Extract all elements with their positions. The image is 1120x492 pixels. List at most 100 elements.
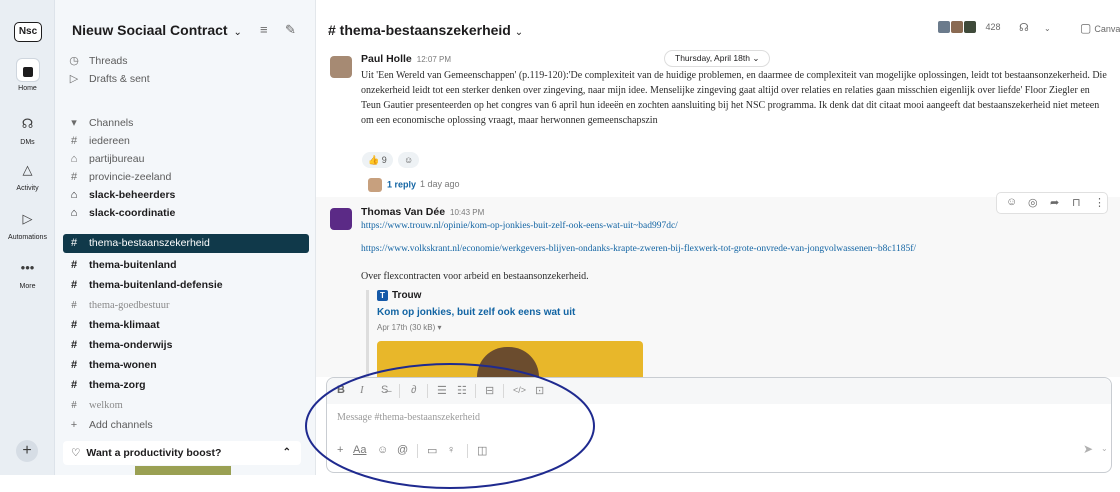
bell-icon: △ (22, 162, 33, 177)
channel-title-label: # thema-bestaanszekerheid (328, 22, 511, 38)
caret-down-icon: ▾ (437, 323, 442, 332)
sidebar-item-thema-buitenland[interactable]: # thema-buitenland (67, 256, 307, 274)
message-author[interactable]: Paul Holle 12:07 PM (361, 53, 451, 65)
compose-icon[interactable]: ✎ (285, 22, 296, 38)
workspace-name[interactable]: Nieuw Sociaal Contract ⌄ (72, 22, 242, 38)
message-link[interactable]: https://www.volkskrant.nl/economie/werkg… (361, 244, 916, 254)
sidebar-item-thema-wonen[interactable]: # thema-wonen (67, 356, 307, 374)
trouw-logo-icon: T (377, 290, 388, 301)
channel-label: thema-bestaanszekerheid (89, 237, 210, 249)
hash-icon: # (70, 237, 78, 249)
rail-automations[interactable]: ▷ Automations (0, 207, 55, 241)
bookmark-icon[interactable]: ⊓ (1072, 196, 1081, 209)
italic-icon[interactable]: I (360, 384, 364, 396)
channel-title[interactable]: # thema-bestaanszekerheid ⌄ (328, 22, 523, 38)
bottom-strip (0, 475, 1120, 492)
message-time[interactable]: 10:43 PM (450, 208, 484, 217)
lock-icon: ⌂ (70, 189, 78, 201)
add-channels-button[interactable]: + Add channels (67, 416, 307, 434)
workspace-name-label: Nieuw Sociaal Contract (72, 22, 228, 38)
preview-meta[interactable]: Apr 17th (30 kB) ▾ (377, 323, 442, 332)
reply-thread-icon[interactable]: ◎ (1028, 196, 1038, 209)
avatar[interactable] (330, 56, 352, 78)
code-icon[interactable]: </> (513, 385, 526, 395)
more-actions-icon[interactable]: ⋮ (1094, 196, 1105, 209)
date-divider-label: Thursday, April 18th (675, 53, 750, 63)
sidebar-item-provincie-zeeland[interactable]: # provincie-zeeland (67, 168, 307, 186)
message-text: Over flexcontracten voor arbeid en besta… (361, 271, 589, 282)
blockquote-icon[interactable]: ⊟ (485, 384, 494, 397)
mention-icon[interactable]: @ (397, 444, 408, 456)
member-list-button[interactable]: 428 (938, 18, 1000, 34)
sidebar-item-iedereen[interactable]: # iedereen (67, 132, 307, 150)
sidebar-item-slack-coordinatie[interactable]: ⌂ slack-coordinatie (67, 204, 307, 222)
sidebar-item-thema-bestaanszekerheid[interactable]: # thema-bestaanszekerheid (63, 234, 309, 253)
promo-label: Want a productivity boost? (86, 447, 222, 459)
date-divider[interactable]: Thursday, April 18th ⌄ (664, 50, 771, 67)
bullet-list-icon[interactable]: ☷ (457, 384, 467, 397)
hash-icon: # (71, 299, 77, 311)
rail-home[interactable]: Home (0, 58, 55, 92)
formatting-toggle[interactable]: Aa (353, 444, 366, 456)
toolbar-divider (427, 384, 428, 398)
preview-source-label: Trouw (392, 290, 422, 302)
hash-icon: # (70, 379, 78, 391)
add-channels-label: Add channels (89, 419, 153, 431)
sidebar-item-slack-beheerders[interactable]: ⌂ slack-beheerders (67, 186, 307, 204)
sidebar-item-welkom[interactable]: # welkom (67, 396, 307, 414)
rail-activity[interactable]: △ Activity (0, 158, 55, 192)
sidebar-item-threads[interactable]: ◷ Threads (67, 52, 307, 70)
sidebar-item-drafts[interactable]: ▷ Drafts & sent (67, 70, 307, 88)
rail-more[interactable]: ••• More (0, 256, 55, 290)
huddle-icon[interactable]: ☊ (1019, 21, 1029, 34)
hash-icon: # (70, 171, 78, 183)
video-icon[interactable]: ▭ (427, 444, 437, 457)
productivity-promo[interactable]: ♡ Want a productivity boost? ⌃ (63, 441, 301, 465)
rail-dms-label: DMs (20, 139, 35, 146)
add-workspace-button[interactable]: + (16, 440, 38, 462)
bold-icon[interactable]: B (337, 384, 345, 396)
emoji-icon[interactable]: ☺ (377, 444, 388, 456)
add-reaction-button[interactable]: ☺ (398, 152, 420, 168)
message-time[interactable]: 12:07 PM (417, 55, 451, 64)
sidebar-item-thema-zorg[interactable]: # thema-zorg (67, 376, 307, 394)
canvas-button[interactable]: ▢Canvas (1080, 21, 1120, 35)
sidebar-item-thema-klimaat[interactable]: # thema-klimaat (67, 316, 307, 334)
sidebar-item-partijbureau[interactable]: ⌂ partijbureau (67, 150, 307, 168)
shortcuts-icon[interactable]: ◫ (477, 444, 487, 457)
filter-icon[interactable]: ≡ (260, 22, 268, 37)
sidebar-item-thema-buitenland-defensie[interactable]: # thema-buitenland-defensie (67, 276, 307, 294)
rail-dms[interactable]: ☊ DMs (0, 112, 55, 146)
link-icon[interactable]: ∂ (411, 384, 416, 396)
message-author[interactable]: Thomas Van Dée 10:43 PM (361, 206, 484, 218)
ordered-list-icon[interactable]: ☰ (437, 384, 447, 397)
chevron-down-icon[interactable]: ⌄ (1044, 24, 1051, 33)
reply-ago: 1 day ago (420, 179, 460, 190)
hash-icon: # (70, 359, 78, 371)
share-icon[interactable]: ➦ (1050, 196, 1059, 209)
code-block-icon[interactable]: ⊡ (535, 384, 544, 397)
send-icon[interactable]: ➤ (1083, 442, 1093, 456)
plus-icon[interactable]: + (337, 444, 343, 456)
message-composer: B I S̶ ∂ ☰ ☷ ⊟ </> ⊡ + Aa ☺ @ ▭ ♀ ◫ ➤ ⌄ (326, 377, 1112, 473)
thread-replies[interactable]: 1 reply 1 day ago (368, 178, 460, 192)
channels-header[interactable]: ▾ Channels (67, 114, 307, 132)
message-text: Uit 'Een Wereld van Gemeenschappen' (p.1… (361, 70, 1107, 126)
microphone-icon[interactable]: ♀ (447, 444, 455, 456)
workspace-badge[interactable]: Nsc (14, 22, 42, 42)
strikethrough-icon[interactable]: S̶ (381, 384, 388, 396)
channels-header-label: Channels (89, 117, 134, 129)
thumbs-up-icon: 👍 (368, 155, 380, 165)
sidebar-item-thema-onderwijs[interactable]: # thema-onderwijs (67, 336, 307, 354)
chevron-up-icon[interactable]: ⌃ (283, 441, 291, 465)
preview-title[interactable]: Kom op jonkies, buit zelf ook eens wat u… (377, 307, 575, 318)
preview-image[interactable] (377, 341, 643, 377)
message-input[interactable] (337, 412, 1037, 423)
reaction-thumbs-up[interactable]: 👍 9 (362, 152, 393, 168)
message-link[interactable]: https://www.trouw.nl/opinie/kom-op-jonki… (361, 221, 678, 231)
channel-label: slack-coordinatie (89, 207, 176, 219)
avatar[interactable] (330, 208, 352, 230)
sidebar-item-thema-goedbestuur[interactable]: # thema-goedbestuur (67, 296, 307, 314)
chevron-down-icon[interactable]: ⌄ (1101, 444, 1108, 453)
add-reaction-icon[interactable]: ☺ (1006, 196, 1017, 208)
